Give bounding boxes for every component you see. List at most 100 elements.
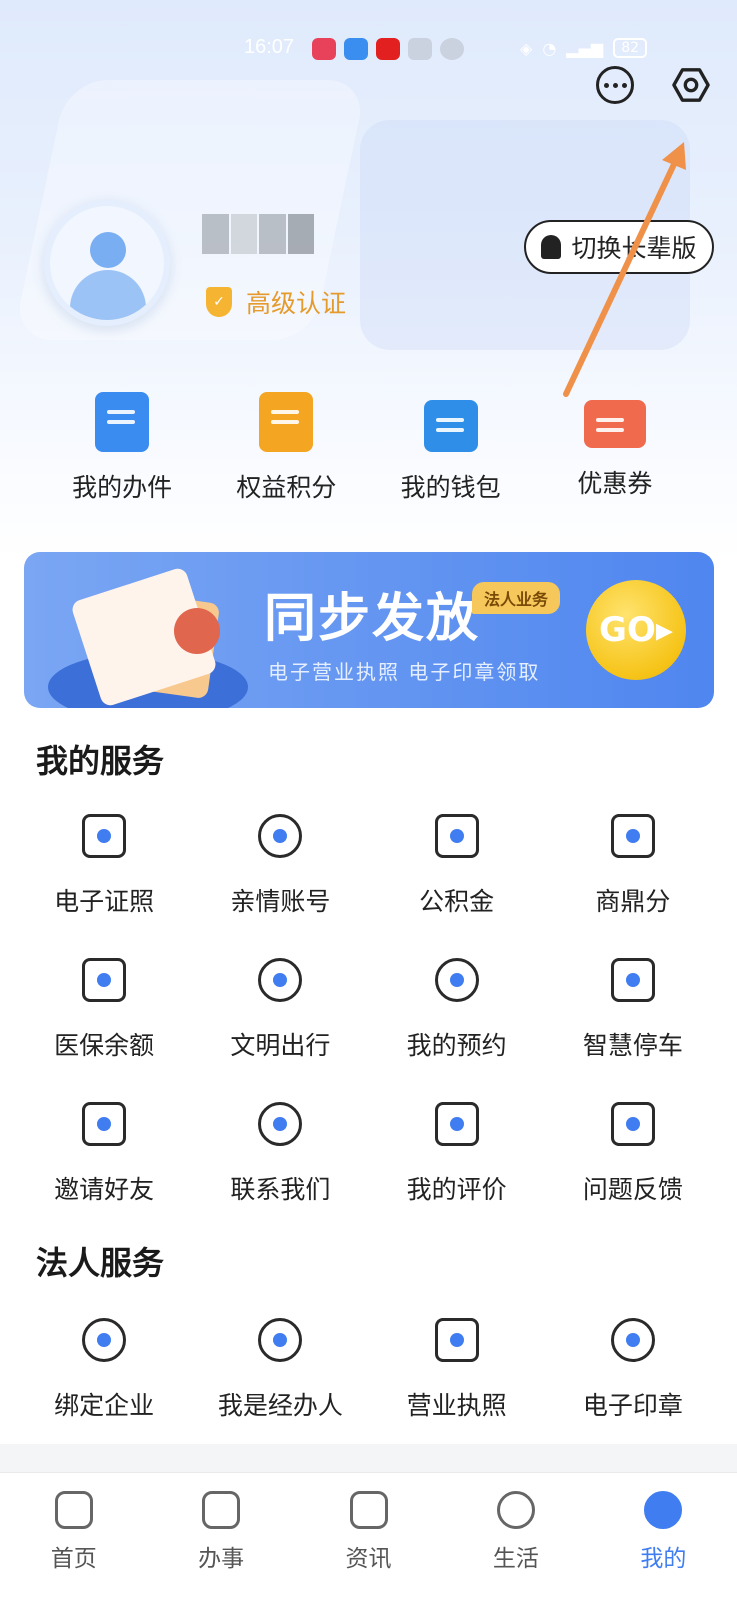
avatar-body	[70, 270, 146, 320]
service-label: 公积金	[419, 887, 495, 916]
icon-accent	[449, 1117, 464, 1131]
quick-action-label: 权益积分	[236, 473, 337, 502]
service-label: 医保余额	[54, 1031, 155, 1060]
badge-check-icon	[82, 1318, 127, 1362]
service-label: 商鼎分	[595, 887, 671, 916]
service-housing-fund[interactable]: 公积金	[369, 814, 545, 918]
auth-status[interactable]: ✓ 高级认证	[206, 284, 346, 320]
service-label: 我的评价	[406, 1175, 507, 1204]
service-label: 文明出行	[230, 1031, 331, 1060]
bottom-tab-bar: 首页 办事 资讯 生活 我的	[0, 1472, 737, 1600]
tab-home[interactable]: 首页	[0, 1473, 147, 1600]
banner-go-button[interactable]: GO ▸	[586, 580, 686, 680]
tab-news[interactable]: 资讯	[295, 1473, 442, 1600]
car-icon	[610, 958, 655, 1002]
tab-life[interactable]: 生活	[442, 1473, 589, 1600]
service-appointments[interactable]: 我的预约	[369, 958, 545, 1062]
ding-icon	[610, 814, 655, 858]
elder-mode-label: 切换长辈版	[571, 234, 697, 263]
medical-card-icon	[82, 958, 127, 1002]
tab-label: 办事	[198, 1546, 245, 1572]
more-button[interactable]	[596, 66, 634, 104]
service-medical-balance[interactable]: 医保余额	[16, 958, 192, 1062]
blur-block	[287, 214, 314, 254]
tab-services[interactable]: 办事	[147, 1473, 294, 1600]
service-label: 营业执照	[406, 1391, 507, 1420]
quick-action-label: 优惠券	[577, 469, 653, 498]
user-profile-icon	[644, 1491, 683, 1529]
elder-mode-button[interactable]: 切换长辈版	[524, 220, 714, 274]
comment-icon	[434, 1102, 479, 1146]
clock-tasks-icon	[202, 1491, 241, 1529]
quick-action-label: 我的办件	[72, 473, 173, 502]
heart-handshake-icon	[258, 814, 303, 858]
notif-app-icon	[408, 38, 432, 60]
e-license-icon	[82, 814, 127, 858]
notif-app-icon	[376, 38, 400, 60]
banner-title: 同步发放	[264, 589, 481, 649]
promo-banner[interactable]: 同步发放 法人业务 电子营业执照 电子印章领取 GO ▸	[24, 552, 714, 708]
quick-action-wallet[interactable]: 我的钱包	[381, 392, 521, 504]
service-contact-us[interactable]: 联系我们	[192, 1102, 368, 1206]
nfc-icon: ◈	[520, 38, 533, 58]
status-notification-icons	[312, 38, 464, 60]
pedestrian-icon	[258, 958, 303, 1002]
avatar[interactable]	[44, 200, 170, 326]
service-label: 邀请好友	[54, 1175, 155, 1204]
service-label: 亲情账号	[230, 887, 331, 916]
service-shangding-score[interactable]: 商鼎分	[545, 814, 721, 918]
my-services-grid: 电子证照 亲情账号 公积金 商鼎分 医保余额 文明出行 我的预约 智慧停车 邀请…	[16, 814, 721, 1206]
quick-action-points[interactable]: 权益积分	[216, 392, 356, 504]
settings-button[interactable]	[672, 66, 710, 104]
icon-accent	[97, 829, 112, 843]
service-smart-parking[interactable]: 智慧停车	[545, 958, 721, 1062]
elder-person-icon	[541, 235, 562, 259]
banner-tag: 法人业务	[472, 582, 561, 614]
shield-check-icon: ✓	[206, 287, 232, 317]
icon-accent	[625, 1117, 640, 1131]
service-feedback[interactable]: 问题反馈	[545, 1102, 721, 1206]
agent-person-icon	[258, 1318, 303, 1362]
tab-mine[interactable]: 我的	[590, 1473, 737, 1600]
phone-call-icon	[258, 1102, 303, 1146]
icon-accent	[449, 1333, 464, 1347]
legal-agent[interactable]: 我是经办人	[192, 1318, 368, 1422]
service-civil-travel[interactable]: 文明出行	[192, 958, 368, 1062]
business-license-icon	[434, 1318, 479, 1362]
quick-action-my-tasks[interactable]: 我的办件	[52, 392, 192, 504]
icon-accent	[625, 1333, 640, 1347]
tab-label: 生活	[492, 1546, 539, 1572]
feedback-edit-icon	[610, 1102, 655, 1146]
icon-accent	[273, 973, 288, 987]
service-label: 问题反馈	[582, 1175, 683, 1204]
section-title-my-services: 我的服务	[36, 742, 165, 780]
clipboard-icon	[95, 392, 150, 452]
alarm-icon: ◔	[542, 38, 557, 58]
more-dot	[603, 82, 609, 88]
legal-business-license[interactable]: 营业执照	[369, 1318, 545, 1422]
blur-block	[202, 214, 229, 254]
notif-app-icon	[344, 38, 368, 60]
blur-block	[230, 214, 257, 254]
banner-stamp-icon	[174, 608, 220, 654]
legal-e-seal[interactable]: 电子印章	[545, 1318, 721, 1422]
service-my-reviews[interactable]: 我的评价	[369, 1102, 545, 1206]
service-label: 绑定企业	[54, 1391, 155, 1420]
icon-accent	[97, 1117, 112, 1131]
icon-accent	[273, 829, 288, 843]
service-family-account[interactable]: 亲情账号	[192, 814, 368, 918]
service-invite-friends[interactable]: 邀请好友	[16, 1102, 192, 1206]
notif-chat-icon	[440, 38, 464, 60]
tab-label: 资讯	[345, 1546, 392, 1572]
status-time: 16:07	[244, 36, 295, 58]
settings-hexagon-icon	[672, 68, 710, 102]
alarm-clock-icon	[434, 958, 479, 1002]
avatar-head	[90, 232, 126, 268]
service-e-license[interactable]: 电子证照	[16, 814, 192, 918]
icon-accent	[273, 1117, 288, 1131]
ticket-icon	[583, 400, 646, 448]
quick-action-coupons[interactable]: 优惠券	[545, 392, 685, 504]
icon-accent	[449, 829, 464, 843]
legal-bind-company[interactable]: 绑定企业	[16, 1318, 192, 1422]
scroll-icon	[259, 392, 314, 452]
